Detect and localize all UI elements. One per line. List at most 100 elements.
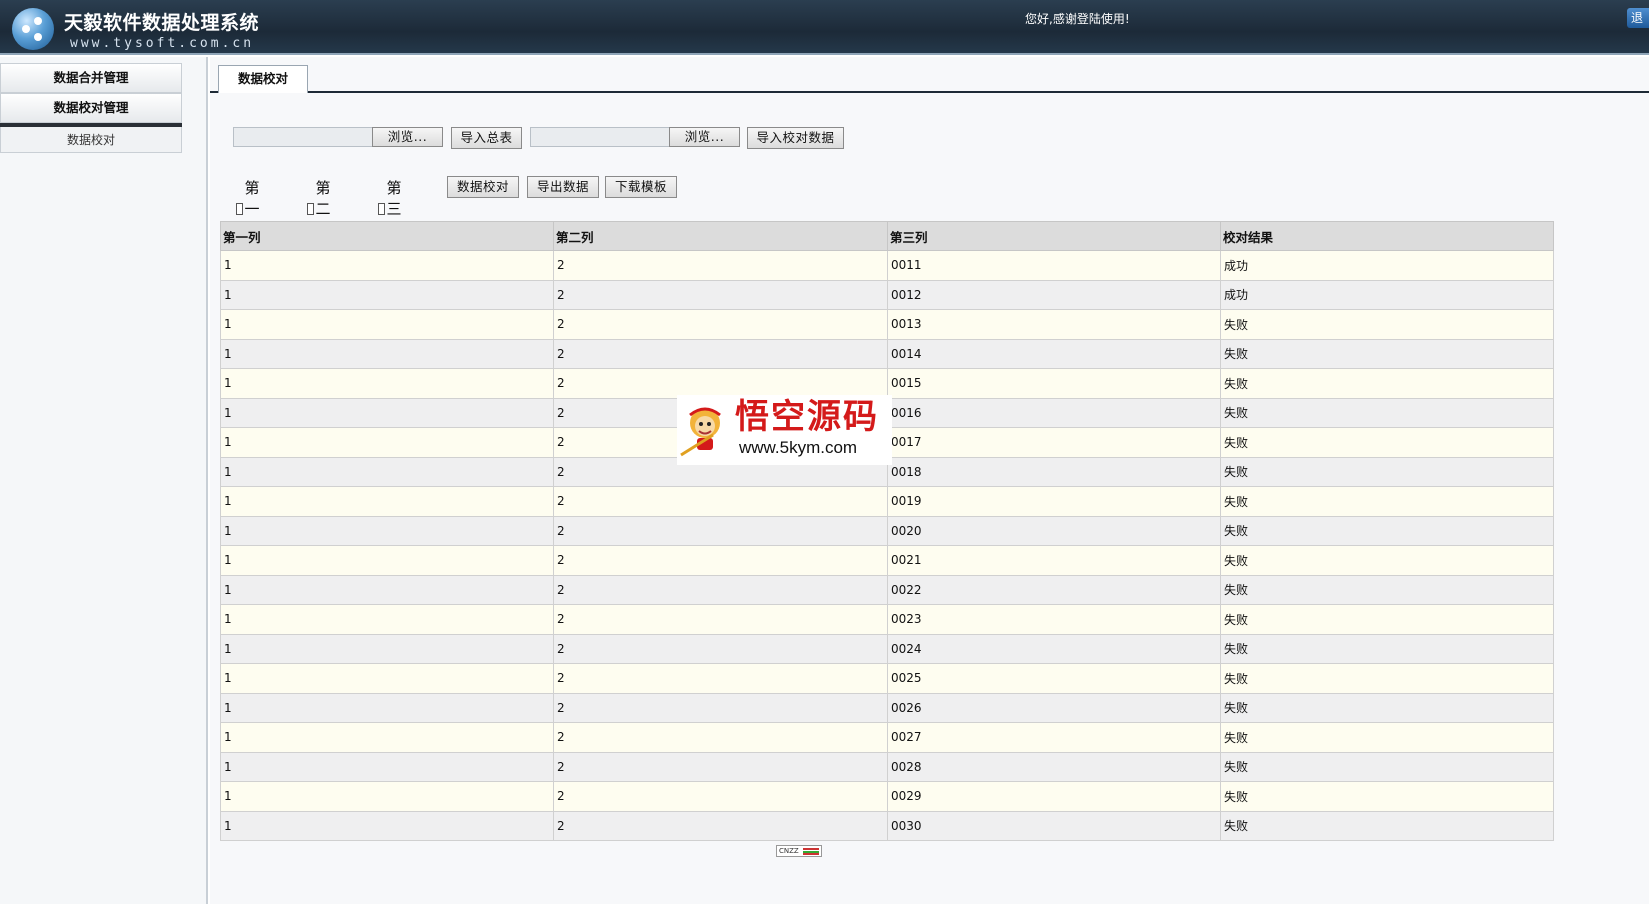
result-cell: 失败 bbox=[1220, 397, 1554, 428]
table-cell: 0017 bbox=[887, 427, 1221, 458]
sidebar-item-data-check[interactable]: 数据校对 bbox=[0, 127, 182, 153]
column-header: 校对结果 bbox=[1220, 221, 1554, 251]
watermark-title: 悟空源码 bbox=[735, 397, 879, 437]
table-cell: 1 bbox=[220, 515, 554, 546]
table-cell: 0014 bbox=[887, 338, 1221, 369]
logo-icon bbox=[12, 8, 54, 50]
table-cell: 2 bbox=[553, 368, 888, 399]
import-check-button[interactable]: 导入校对数据 bbox=[747, 127, 844, 149]
table-cell: 1 bbox=[220, 279, 554, 310]
result-cell: 失败 bbox=[1220, 427, 1554, 458]
table-cell: 2 bbox=[553, 250, 888, 281]
table-row: 1 2 0022 失败 bbox=[220, 574, 1554, 605]
app-header: 天毅软件数据处理系统 www.tysoft.com.cn 您好,感谢登陆使用! … bbox=[0, 0, 1649, 55]
table-cell: 2 bbox=[553, 545, 888, 576]
table-row: 1 2 0021 失败 bbox=[220, 545, 1554, 576]
table-cell: 2 bbox=[553, 663, 888, 694]
table-cell: 1 bbox=[220, 633, 554, 664]
table-cell: 2 bbox=[553, 604, 888, 635]
table-cell: 1 bbox=[220, 486, 554, 517]
browse-total-button[interactable]: 浏览... bbox=[372, 127, 443, 147]
browse-check-button[interactable]: 浏览... bbox=[669, 127, 740, 147]
result-cell: 失败 bbox=[1220, 309, 1554, 340]
table-row: 1 2 0027 失败 bbox=[220, 722, 1554, 753]
table-cell: 0013 bbox=[887, 309, 1221, 340]
table-cell: 2 bbox=[553, 486, 888, 517]
table-cell: 1 bbox=[220, 810, 554, 841]
table-cell: 0023 bbox=[887, 604, 1221, 635]
monkey-mascot-icon bbox=[680, 407, 721, 457]
result-cell: 失败 bbox=[1220, 515, 1554, 546]
result-cell: 失败 bbox=[1220, 574, 1554, 605]
counter-bars-icon bbox=[803, 848, 819, 855]
table-cell: 1 bbox=[220, 456, 554, 487]
result-cell: 失败 bbox=[1220, 692, 1554, 723]
table-cell: 2 bbox=[553, 722, 888, 753]
table-cell: 0018 bbox=[887, 456, 1221, 487]
table-cell: 1 bbox=[220, 692, 554, 723]
result-cell: 失败 bbox=[1220, 781, 1554, 812]
result-cell: 失败 bbox=[1220, 368, 1554, 399]
table-row: 1 2 0023 失败 bbox=[220, 604, 1554, 635]
table-cell: 0025 bbox=[887, 663, 1221, 694]
table-cell: 0019 bbox=[887, 486, 1221, 517]
table-row: 1 2 0013 失败 bbox=[220, 309, 1554, 340]
column-header: 第一列 bbox=[220, 221, 554, 251]
table-cell: 2 bbox=[553, 781, 888, 812]
sidebar-group-data-check[interactable]: 数据校对管理 bbox=[0, 93, 182, 123]
table-cell: 2 bbox=[553, 633, 888, 664]
table-cell: 1 bbox=[220, 427, 554, 458]
table-cell: 2 bbox=[553, 309, 888, 340]
table-row: 1 2 0014 失败 bbox=[220, 338, 1554, 369]
result-cell: 失败 bbox=[1220, 545, 1554, 576]
app-url: www.tysoft.com.cn bbox=[70, 36, 255, 51]
table-row: 1 2 0015 失败 bbox=[220, 368, 1554, 399]
table-cell: 1 bbox=[220, 545, 554, 576]
import-total-button[interactable]: 导入总表 bbox=[451, 127, 522, 149]
table-row: 1 2 0012 成功 bbox=[220, 279, 1554, 310]
stats-counter-badge[interactable]: CNZZ bbox=[776, 845, 822, 857]
table-row: 1 2 0030 失败 bbox=[220, 810, 1554, 841]
table-cell: 0020 bbox=[887, 515, 1221, 546]
counter-label: CNZZ bbox=[779, 847, 799, 855]
download-template-button[interactable]: 下载模板 bbox=[605, 176, 677, 198]
table-cell: 0016 bbox=[887, 397, 1221, 428]
watermark: 悟空源码 www.5kym.com bbox=[677, 395, 892, 465]
table-cell: 2 bbox=[553, 515, 888, 546]
app-title: 天毅软件数据处理系统 bbox=[64, 12, 260, 34]
checkbox-icon[interactable] bbox=[307, 202, 314, 215]
table-cell: 0011 bbox=[887, 250, 1221, 281]
result-cell: 失败 bbox=[1220, 604, 1554, 635]
table-cell: 1 bbox=[220, 368, 554, 399]
column-header: 第三列 bbox=[887, 221, 1221, 251]
checkbox-icon[interactable] bbox=[236, 202, 243, 215]
checkbox-icon[interactable] bbox=[378, 202, 385, 215]
table-cell: 0024 bbox=[887, 633, 1221, 664]
total-file-input[interactable] bbox=[233, 127, 381, 147]
export-data-button[interactable]: 导出数据 bbox=[527, 176, 599, 198]
table-cell: 0022 bbox=[887, 574, 1221, 605]
welcome-text: 您好,感谢登陆使用! bbox=[1025, 12, 1130, 26]
result-cell: 失败 bbox=[1220, 663, 1554, 694]
result-cell: 失败 bbox=[1220, 456, 1554, 487]
results-table: 第一列 第二列 第三列 校对结果 1 2 0011 成功 1 2 0012 成功 1 2 0013 失… bbox=[220, 221, 1554, 841]
sidebar-group-data-merge[interactable]: 数据合并管理 bbox=[0, 63, 182, 93]
sidebar: 数据合并管理 数据校对管理 数据校对 bbox=[0, 57, 208, 904]
logout-button[interactable]: 退 bbox=[1627, 8, 1649, 28]
check-file-input[interactable] bbox=[530, 127, 678, 147]
result-cell: 失败 bbox=[1220, 486, 1554, 517]
column-header: 第二列 bbox=[553, 221, 888, 251]
tab-data-check[interactable]: 数据校对 bbox=[218, 65, 308, 93]
check-data-button[interactable]: 数据校对 bbox=[447, 176, 519, 198]
result-cell: 成功 bbox=[1220, 250, 1554, 281]
table-cell: 2 bbox=[553, 574, 888, 605]
table-cell: 2 bbox=[553, 751, 888, 782]
table-cell: 0030 bbox=[887, 810, 1221, 841]
table-cell: 1 bbox=[220, 338, 554, 369]
table-cell: 1 bbox=[220, 604, 554, 635]
table-cell: 0028 bbox=[887, 751, 1221, 782]
table-row: 1 2 0020 失败 bbox=[220, 515, 1554, 546]
result-cell: 失败 bbox=[1220, 338, 1554, 369]
table-cell: 1 bbox=[220, 751, 554, 782]
result-cell: 成功 bbox=[1220, 279, 1554, 310]
